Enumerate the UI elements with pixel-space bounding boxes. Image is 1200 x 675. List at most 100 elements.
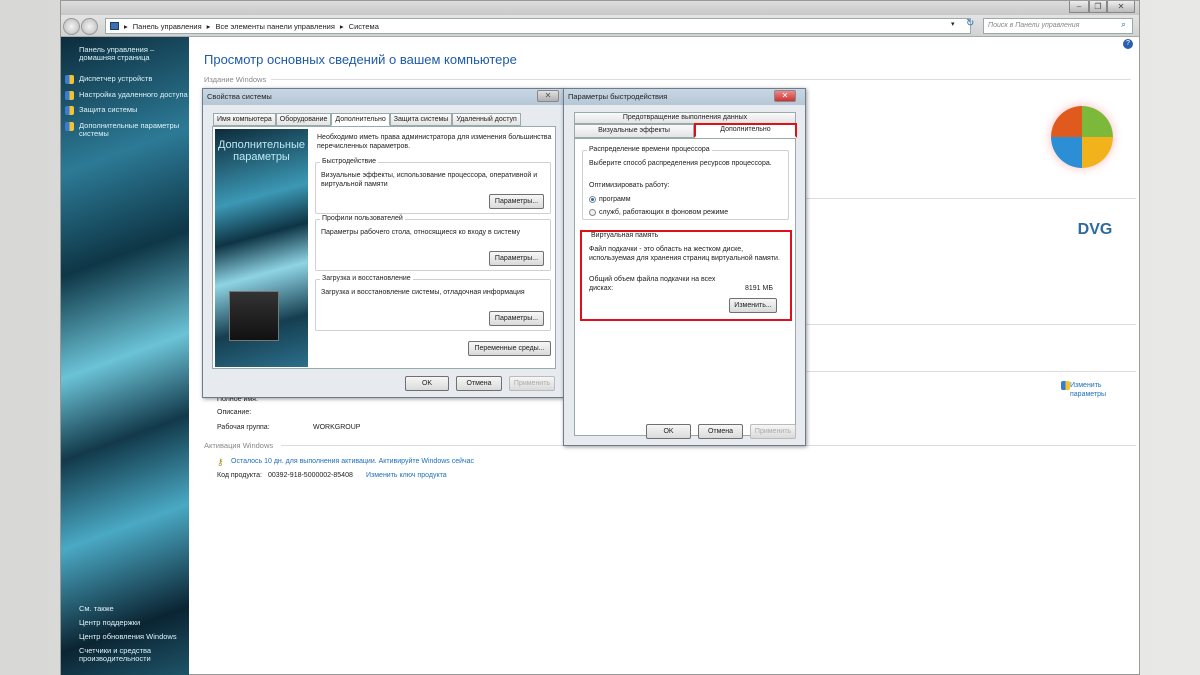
breadcrumb[interactable]: ▸ Панель управления ▸ Все элементы панели …	[105, 18, 971, 34]
group-title: Профили пользователей	[320, 215, 405, 222]
group-text: Визуальные эффекты, использование процес…	[321, 172, 538, 188]
sidebar-link-performance[interactable]: Счетчики и средства производительности	[79, 647, 179, 663]
sidebar-home-link[interactable]: Панель управления – домашняя страница	[79, 46, 179, 62]
vm-text: Файл подкачки - это область на жестком д…	[589, 246, 780, 262]
dvg-logo: DVG	[1077, 221, 1113, 238]
tab-advanced[interactable]: Дополнительно	[694, 123, 797, 138]
chevron-icon: ▸	[339, 21, 344, 31]
banner-image: Дополнительные параметры	[215, 129, 308, 367]
section-edition: Издание Windows	[204, 75, 267, 84]
tab-advanced[interactable]: Дополнительно	[331, 113, 390, 126]
tab-visual-effects[interactable]: Визуальные эффекты	[574, 124, 694, 138]
admin-note: Необходимо иметь права администратора дл…	[317, 134, 552, 150]
maximize-button[interactable]: ❐	[1089, 1, 1107, 13]
group-title: Виртуальная память	[589, 232, 661, 239]
group-title: Распределение времени процессора	[587, 146, 712, 153]
user-profiles-group: Профили пользователей Параметры рабочего…	[315, 215, 551, 271]
performance-options-dialog: Параметры быстродействия ✕ Предотвращени…	[563, 88, 806, 446]
title-bar: – ❐ ✕	[61, 1, 1139, 15]
shield-icon	[65, 91, 74, 100]
radio-programs-label[interactable]: программ	[599, 195, 631, 204]
refresh-icon[interactable]: ↻	[966, 18, 974, 29]
close-button[interactable]: ✕	[774, 90, 796, 102]
profiles-settings-button[interactable]: Параметры...	[489, 251, 544, 266]
shield-icon	[1061, 381, 1070, 390]
forward-button[interactable]	[81, 18, 98, 35]
dialog-title: Параметры быстродействия	[564, 89, 805, 105]
sidebar-item-protection[interactable]: Защита системы	[79, 106, 137, 114]
cpu-text: Выберите способ распределения ресурсов п…	[589, 160, 772, 167]
group-text: Загрузка и восстановление системы, отлад…	[321, 289, 525, 296]
chevron-icon: ▸	[206, 21, 211, 31]
key-icon: ⚷	[217, 457, 224, 467]
windows-logo	[1051, 106, 1113, 168]
group-text: Параметры рабочего стола, относящиеся ко…	[321, 229, 520, 236]
shield-icon	[65, 122, 74, 131]
product-key-label: Код продукта:	[217, 472, 262, 479]
virtual-memory-group: Виртуальная память Файл подкачки - это о…	[584, 232, 788, 316]
vm-total-value: 8191 МБ	[745, 285, 773, 292]
help-icon[interactable]: ?	[1123, 39, 1133, 49]
sidebar: Панель управления – домашняя страница Ди…	[61, 37, 189, 675]
shield-icon	[65, 106, 74, 115]
vm-total-label: Общий объем файла подкачки на всех диска…	[589, 276, 716, 292]
change-key-link[interactable]: Изменить ключ продукта	[366, 471, 447, 480]
radio-programs[interactable]	[589, 196, 596, 203]
breadcrumb-item[interactable]: Система	[349, 22, 379, 31]
performance-group: Быстродействие Визуальные эффекты, испол…	[315, 158, 551, 214]
workgroup-label: Рабочая группа:	[217, 424, 270, 431]
tab-panel: Дополнительные параметры Необходимо имет…	[212, 126, 556, 369]
close-button[interactable]: ✕	[1107, 1, 1135, 13]
sidebar-link-action-center[interactable]: Центр поддержки	[79, 619, 140, 627]
radio-services-label[interactable]: служб, работающих в фоновом режиме	[599, 208, 728, 217]
breadcrumb-item[interactable]: Все элементы панели управления	[215, 22, 334, 31]
group-title: Быстродействие	[320, 158, 379, 165]
ok-button[interactable]: OK	[405, 376, 449, 391]
tab-hardware[interactable]: Оборудование	[275, 113, 332, 126]
tab-remote[interactable]: Удаленный доступ	[452, 113, 521, 126]
workgroup-value: WORKGROUP	[313, 424, 361, 431]
sidebar-item-advanced[interactable]: Дополнительные параметры системы	[79, 122, 184, 138]
activation-link[interactable]: Осталось 10 дн. для выполнения активации…	[231, 457, 474, 466]
startup-settings-button[interactable]: Параметры...	[489, 311, 544, 326]
chevron-icon: ▸	[124, 21, 128, 31]
computer-users-icon	[229, 291, 279, 341]
tab-panel: Распределение времени процессора Выберит…	[574, 138, 796, 436]
close-button[interactable]: ✕	[537, 90, 559, 102]
see-also-heading: См. также	[79, 604, 114, 613]
minimize-button[interactable]: –	[1069, 1, 1089, 13]
address-bar-row: ▸ Панель управления ▸ Все элементы панели …	[61, 15, 1139, 37]
dialog-title: Свойства системы	[203, 89, 563, 105]
back-button[interactable]	[63, 18, 80, 35]
sidebar-item-remote[interactable]: Настройка удаленного доступа	[79, 91, 188, 99]
section-activation: Активация Windows	[204, 441, 274, 450]
product-key-value: 00392-918-5000002-85408	[268, 472, 353, 479]
startup-recovery-group: Загрузка и восстановление Загрузка и вос…	[315, 275, 551, 331]
performance-settings-button[interactable]: Параметры...	[489, 194, 544, 209]
search-input[interactable]: Поиск в Панели управления	[983, 18, 1133, 34]
banner-title: Дополнительные параметры	[217, 139, 306, 163]
apply-button[interactable]: Применить	[509, 376, 555, 391]
change-params-link[interactable]: Изменить параметры	[1070, 381, 1130, 399]
tab-computer-name[interactable]: Имя компьютера	[213, 113, 276, 126]
sidebar-link-windows-update[interactable]: Центр обновления Windows	[79, 633, 177, 641]
page-title: Просмотр основных сведений о вашем компь…	[204, 52, 517, 67]
dropdown-icon[interactable]: ▾	[951, 20, 955, 28]
sidebar-item-device-manager[interactable]: Диспетчер устройств	[79, 75, 152, 83]
tab-strip: Имя компьютера Оборудование Дополнительн…	[213, 113, 521, 126]
computer-icon	[110, 22, 119, 30]
ok-button[interactable]: OK	[646, 424, 691, 439]
tab-protection[interactable]: Защита системы	[389, 113, 453, 126]
search-icon[interactable]: ⌕	[1121, 19, 1126, 30]
system-properties-dialog: Свойства системы ✕ Имя компьютера Оборуд…	[202, 88, 564, 398]
optimize-label: Оптимизировать работу:	[589, 182, 670, 189]
shield-icon	[65, 75, 74, 84]
environment-variables-button[interactable]: Переменные среды...	[468, 341, 551, 356]
radio-services[interactable]	[589, 209, 596, 216]
breadcrumb-item[interactable]: Панель управления	[133, 22, 202, 31]
cancel-button[interactable]: Отмена	[698, 424, 743, 439]
cancel-button[interactable]: Отмена	[456, 376, 502, 391]
apply-button[interactable]: Применить	[750, 424, 796, 439]
cpu-scheduling-group: Распределение времени процессора Выберит…	[582, 146, 789, 220]
change-vm-button[interactable]: Изменить...	[729, 298, 777, 313]
